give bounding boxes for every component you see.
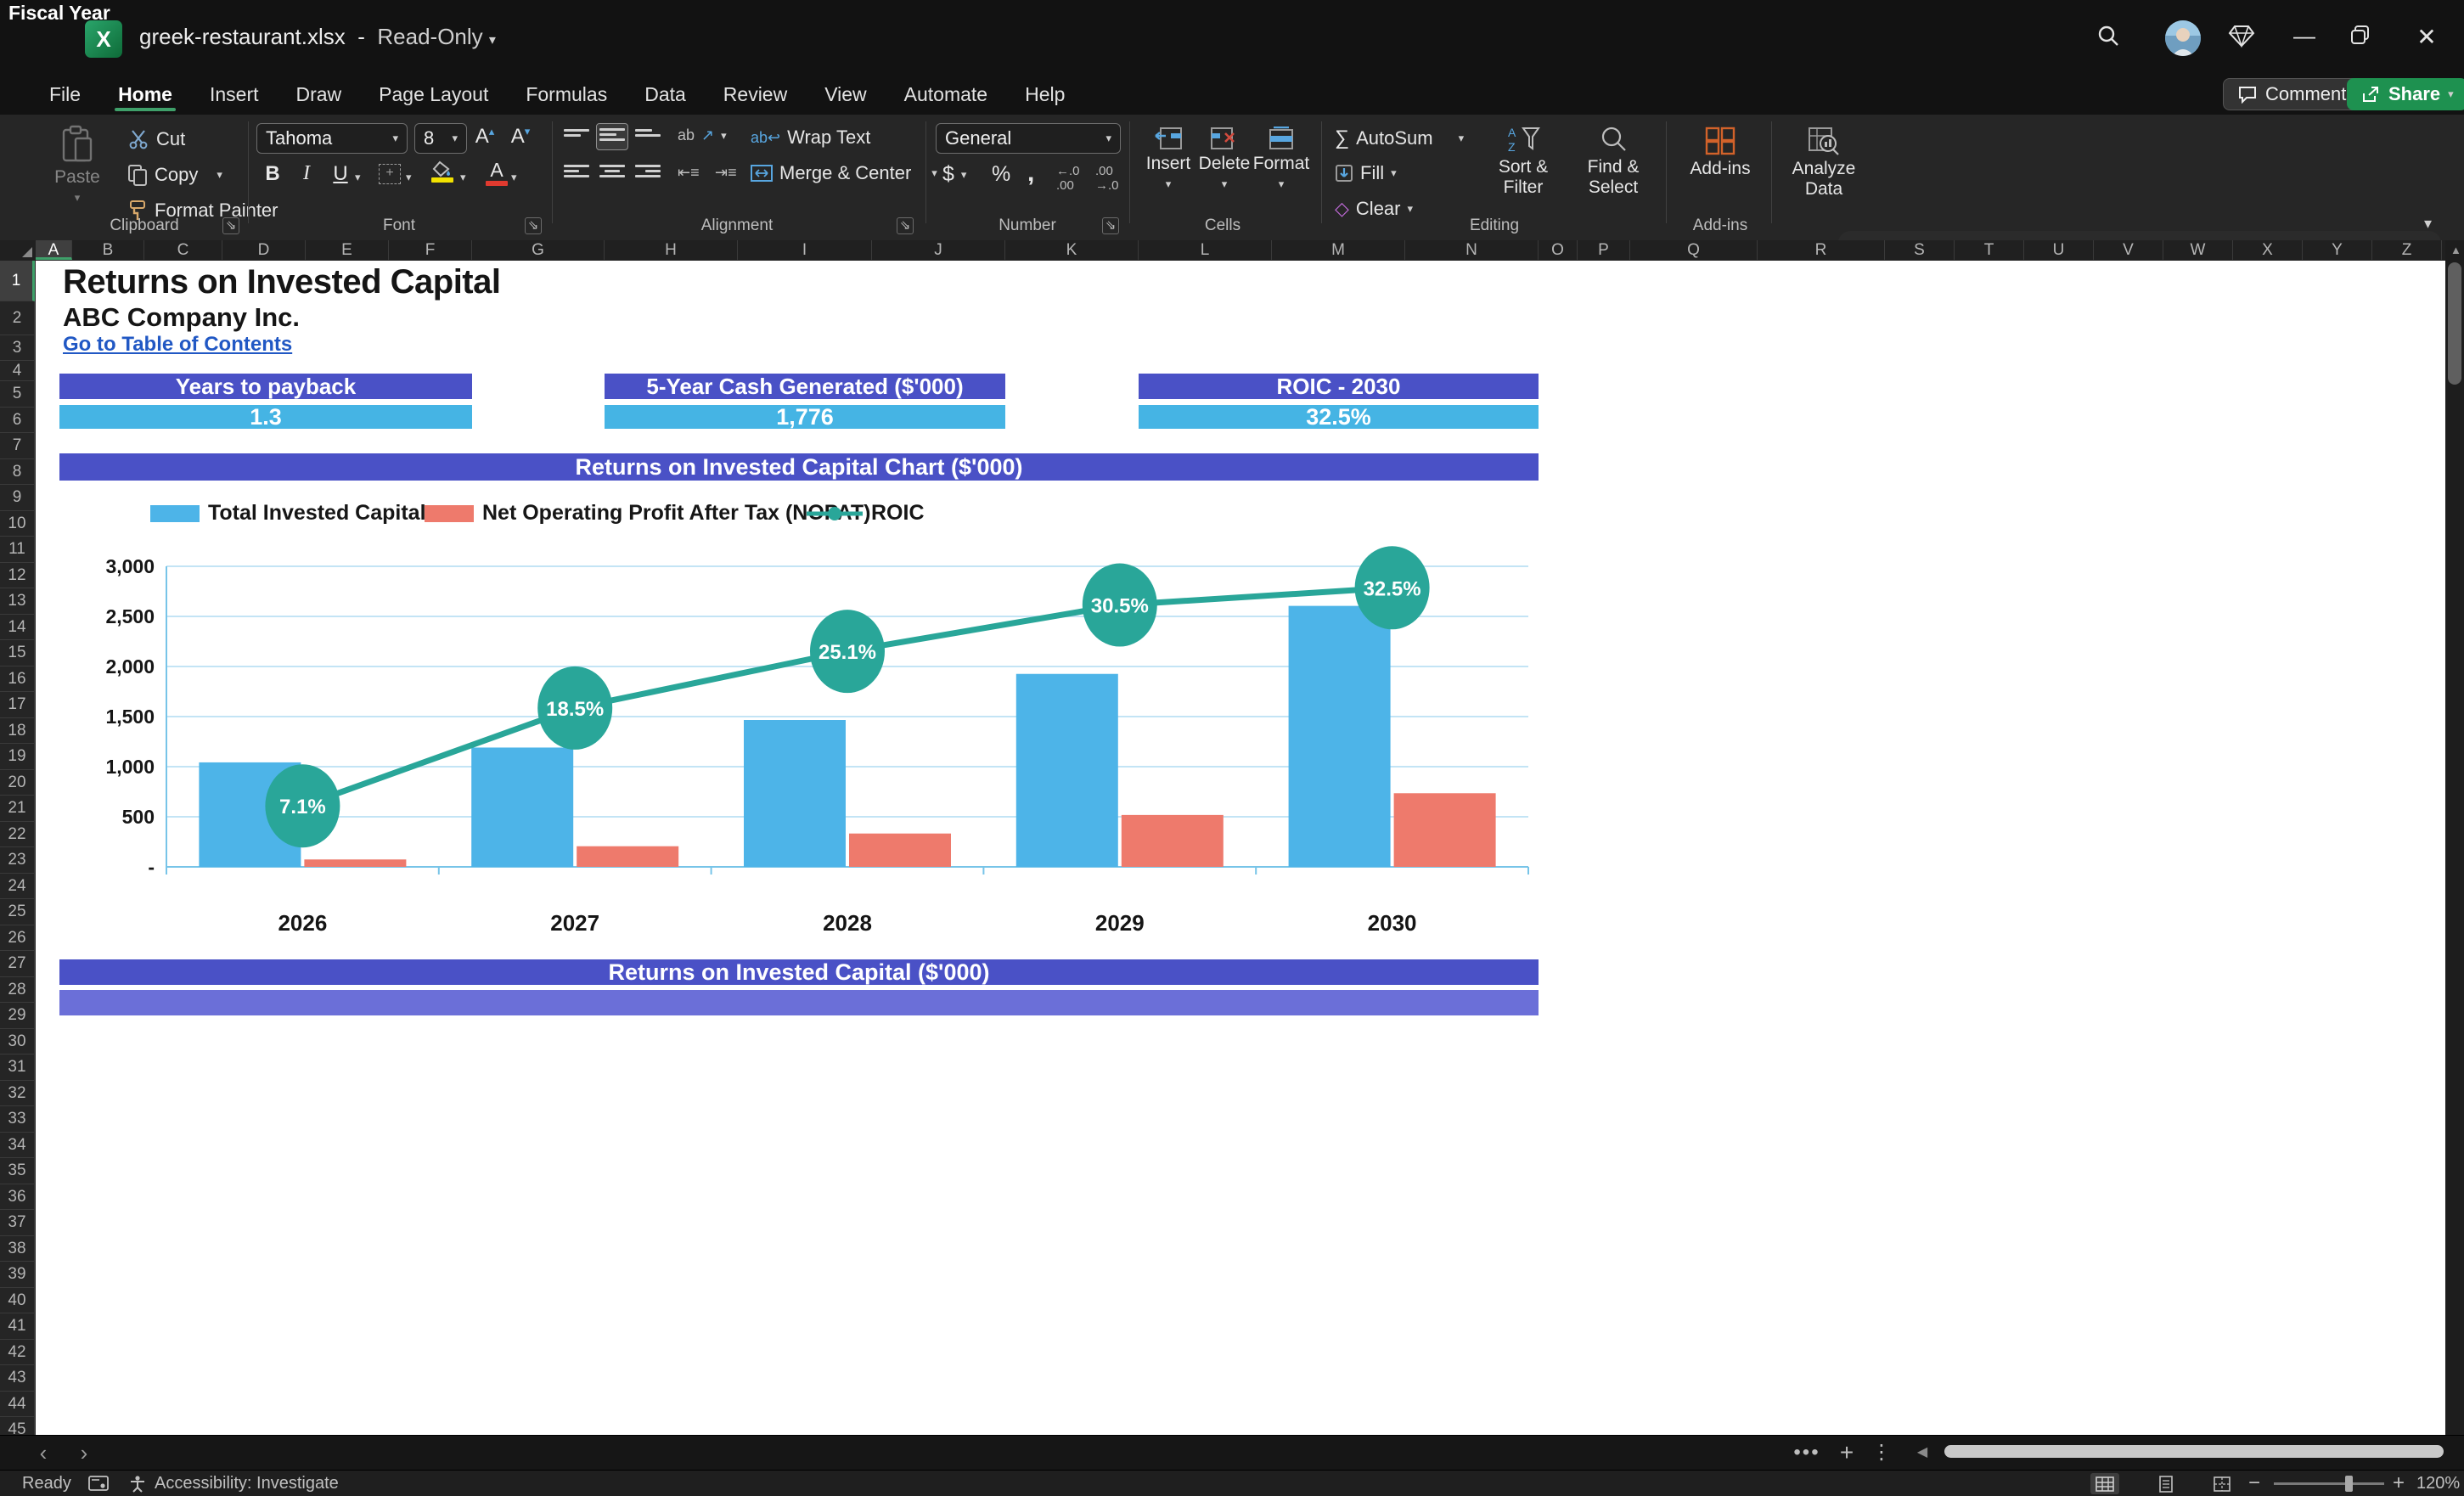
legend-swatch bbox=[425, 504, 474, 522]
more-sheets-button[interactable]: ••• bbox=[1790, 1438, 1824, 1467]
total-invested-capital-bar bbox=[744, 720, 846, 867]
nopat-bar bbox=[1121, 814, 1224, 867]
legend-label: ROIC bbox=[871, 501, 925, 525]
y-axis-label: 3,000 bbox=[105, 555, 155, 577]
kpi-value-1: 1,776 bbox=[605, 405, 1005, 429]
total-invested-capital-bar bbox=[471, 747, 574, 867]
macro-recording-icon[interactable] bbox=[88, 1476, 109, 1491]
nopat-bar bbox=[304, 859, 407, 867]
legend-swatch bbox=[150, 504, 200, 522]
y-axis-label: 500 bbox=[122, 806, 155, 828]
nopat-bar bbox=[1393, 793, 1496, 867]
total-invested-capital-bar bbox=[1288, 605, 1391, 867]
legend-line-marker bbox=[807, 505, 863, 522]
sheet-content: Returns on Invested Capital ABC Company … bbox=[0, 0, 2464, 1496]
status-bar: Ready Accessibility: Investigate − + 120… bbox=[0, 1470, 2464, 1496]
x-axis-label: 2029 bbox=[1095, 910, 1145, 936]
legend-item-2: ROIC bbox=[807, 501, 925, 526]
legend-label: Total Invested Capital bbox=[208, 501, 426, 525]
sheet-tab-bar: ‹ › ••• + ⋮ ◀ bbox=[0, 1435, 2464, 1471]
page-layout-view-icon[interactable] bbox=[2152, 1473, 2180, 1494]
y-axis-label: 2,500 bbox=[105, 605, 155, 627]
total-invested-capital-bar bbox=[1015, 673, 1118, 867]
nopat-bar bbox=[849, 833, 951, 867]
roic-bubble-label: 18.5% bbox=[546, 698, 604, 721]
legend-item-0: Total Invested Capital bbox=[150, 501, 426, 526]
next-sheet-arrow[interactable]: › bbox=[70, 1438, 98, 1467]
zoom-slider-track[interactable] bbox=[2274, 1482, 2384, 1485]
company-name: ABC Company Inc. bbox=[63, 302, 301, 332]
y-axis-label: 1,000 bbox=[105, 756, 155, 778]
new-sheet-button[interactable]: + bbox=[1832, 1438, 1861, 1467]
x-axis-label: 2030 bbox=[1368, 910, 1417, 936]
zoom-level[interactable]: 120% bbox=[2416, 1471, 2460, 1496]
x-axis-label: 2026 bbox=[278, 910, 327, 936]
zoom-out-button[interactable]: − bbox=[2248, 1471, 2260, 1496]
kpi-header-0: Years to payback bbox=[59, 374, 472, 399]
x-axis-label: 2027 bbox=[550, 910, 599, 936]
table1-fiscal-label: Fiscal Year bbox=[8, 2, 110, 24]
zoom-in-button[interactable]: + bbox=[2393, 1471, 2405, 1496]
horizontal-scrollbar-thumb[interactable] bbox=[1944, 1445, 2444, 1458]
page-break-view-icon[interactable] bbox=[2208, 1473, 2236, 1494]
roic-bubble-label: 30.5% bbox=[1091, 595, 1149, 618]
sheet-menu-button[interactable]: ⋮ bbox=[1871, 1438, 1892, 1467]
chart-plot: 3,000 2,500 2,000 1,500 1,000 500 - 7.1% 18.5% 25… bbox=[105, 546, 1529, 936]
table1-title: Returns on Invested Capital ($'000) bbox=[59, 959, 1539, 985]
vertical-scrollbar-thumb[interactable] bbox=[2448, 262, 2461, 385]
page-title: Returns on Invested Capital bbox=[63, 263, 501, 301]
hscroll-left-arrow[interactable]: ◀ bbox=[1912, 1438, 1932, 1467]
kpi-value-0: 1.3 bbox=[59, 405, 472, 429]
roic-bubble-label: 25.1% bbox=[819, 641, 876, 664]
y-axis-label: 2,000 bbox=[105, 655, 155, 678]
excel-window: X greek-restaurant.xlsx - Read-Only ▾ — … bbox=[0, 0, 2464, 1496]
kpi-header-1: 5-Year Cash Generated ($'000) bbox=[605, 374, 1005, 399]
normal-view-icon[interactable] bbox=[2090, 1473, 2119, 1494]
x-axis-label: 2028 bbox=[823, 910, 872, 936]
nopat-bar bbox=[577, 846, 679, 867]
prev-sheet-arrow[interactable]: ‹ bbox=[29, 1438, 58, 1467]
zoom-slider-thumb[interactable] bbox=[2345, 1476, 2353, 1492]
roic-chart: Total Invested Capital Net Operating Prof… bbox=[59, 481, 1539, 956]
roic-bubble-label: 32.5% bbox=[1364, 577, 1421, 600]
kpi-value-2: 32.5% bbox=[1139, 405, 1539, 429]
vertical-scrollbar[interactable]: ▲ bbox=[2445, 240, 2464, 1435]
table1-fiscal-row bbox=[59, 990, 1539, 1015]
scroll-up-icon[interactable]: ▲ bbox=[2450, 244, 2461, 256]
y-axis-label: - bbox=[148, 856, 155, 878]
accessibility-status[interactable]: Accessibility: Investigate bbox=[155, 1471, 339, 1496]
y-axis-label: 1,500 bbox=[105, 706, 155, 728]
status-mode: Ready bbox=[22, 1474, 71, 1493]
accessibility-icon bbox=[129, 1475, 146, 1493]
chart-section-title: Returns on Invested Capital Chart ($'000… bbox=[59, 453, 1539, 481]
roic-bubble-label: 7.1% bbox=[279, 796, 326, 818]
table-of-contents-link[interactable]: Go to Table of Contents bbox=[63, 333, 292, 357]
legend-item-1: Net Operating Profit After Tax (NOPAT) bbox=[425, 501, 870, 526]
kpi-header-2: ROIC - 2030 bbox=[1139, 374, 1539, 399]
